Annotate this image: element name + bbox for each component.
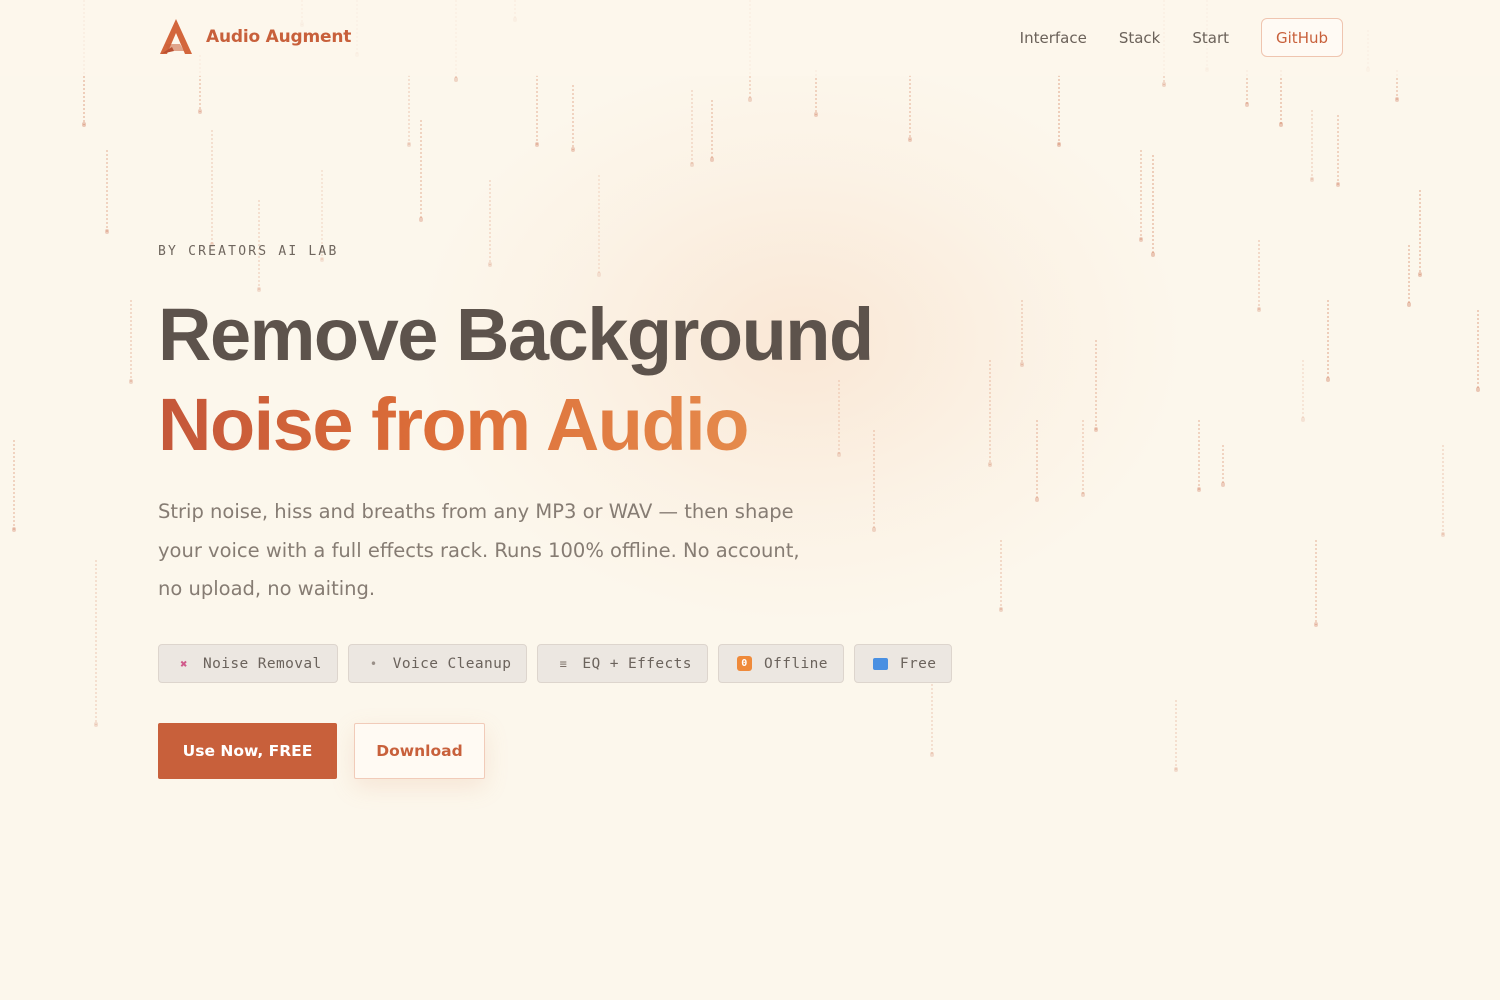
chip-label: Offline bbox=[763, 655, 828, 672]
chip-label: EQ + Effects bbox=[582, 655, 692, 672]
nav-link-stack[interactable]: Stack bbox=[1119, 29, 1161, 47]
chip-label: Noise Removal bbox=[203, 655, 322, 672]
rain-streak bbox=[407, 75, 411, 147]
rain-streak bbox=[1197, 420, 1201, 492]
chip-eq-effects[interactable]: ≡ EQ + Effects bbox=[537, 644, 708, 683]
rain-streak bbox=[129, 300, 133, 384]
equalizer-icon: ≡ bbox=[559, 656, 568, 671]
rain-streak bbox=[814, 70, 818, 117]
chip-label: Free bbox=[899, 655, 937, 672]
microphone-icon: • bbox=[369, 656, 378, 671]
hero-eyebrow: BY CREATORS AI LAB bbox=[158, 244, 339, 259]
audio-augment-logo-icon bbox=[160, 19, 192, 54]
rain-streak bbox=[1301, 360, 1305, 422]
rain-streak bbox=[1020, 300, 1024, 367]
cta-group: Use Now, FREE Download bbox=[158, 723, 485, 779]
rain-streak bbox=[690, 90, 694, 167]
download-button[interactable]: Download bbox=[354, 723, 485, 779]
rain-streak bbox=[1035, 420, 1039, 502]
rain-streak bbox=[908, 75, 912, 142]
rain-streak bbox=[1139, 150, 1143, 242]
rain-streak bbox=[988, 360, 992, 467]
rain-streak bbox=[999, 540, 1003, 612]
rain-streak bbox=[1221, 445, 1225, 487]
rain-streak bbox=[1418, 190, 1422, 277]
chip-noise-removal[interactable]: ✖ Noise Removal bbox=[158, 644, 338, 683]
chip-free[interactable]: Free bbox=[853, 644, 953, 683]
chip-offline[interactable]: 0 Offline bbox=[717, 644, 844, 683]
rain-streak bbox=[1314, 540, 1318, 627]
rain-streak bbox=[1441, 445, 1445, 537]
rain-streak bbox=[1310, 110, 1314, 182]
rain-streak bbox=[94, 560, 98, 727]
rain-streak bbox=[210, 130, 214, 247]
rain-streak bbox=[837, 380, 841, 457]
rain-streak bbox=[1081, 420, 1085, 497]
rain-streak bbox=[872, 430, 876, 532]
hero-title-line-1: Remove Background bbox=[158, 293, 874, 376]
nav-links: Interface Stack Start GitHub bbox=[1020, 18, 1343, 57]
rain-streak bbox=[1094, 340, 1098, 432]
rain-streak bbox=[419, 120, 423, 222]
rain-streak bbox=[488, 180, 492, 267]
rain-streak bbox=[1336, 115, 1340, 187]
nav-link-interface[interactable]: Interface bbox=[1020, 29, 1087, 47]
rain-streak bbox=[1151, 155, 1155, 257]
muted-speaker-icon: ✖ bbox=[180, 656, 188, 671]
use-now-free-button[interactable]: Use Now, FREE bbox=[158, 723, 337, 779]
rain-streak bbox=[1174, 700, 1178, 772]
chip-label: Voice Cleanup bbox=[392, 655, 512, 672]
rain-streak bbox=[105, 150, 109, 234]
feature-chips: ✖ Noise Removal • Voice Cleanup ≡ EQ + E… bbox=[158, 644, 962, 683]
brand[interactable]: Audio Augment bbox=[158, 18, 351, 56]
rain-streak bbox=[1476, 310, 1480, 392]
nav-link-start[interactable]: Start bbox=[1192, 29, 1229, 47]
top-navbar: Audio Augment Interface Stack Start GitH… bbox=[0, 0, 1500, 76]
chip-voice-cleanup[interactable]: • Voice Cleanup bbox=[347, 644, 528, 683]
rain-streak bbox=[535, 75, 539, 147]
free-badge-icon bbox=[872, 657, 888, 670]
rain-streak bbox=[1279, 70, 1283, 127]
rain-streak bbox=[1326, 300, 1330, 382]
rain-streak bbox=[1057, 75, 1061, 147]
rain-streak bbox=[1257, 240, 1261, 312]
rain-streak bbox=[710, 100, 714, 162]
github-button[interactable]: GitHub bbox=[1261, 18, 1343, 57]
brand-name: Audio Augment bbox=[206, 27, 352, 47]
rain-streak bbox=[571, 85, 575, 152]
rain-streak bbox=[1407, 245, 1411, 307]
rain-streak bbox=[597, 175, 601, 277]
hero-title-line-2: Noise from Audio bbox=[158, 383, 749, 466]
rain-streak bbox=[12, 440, 16, 532]
offline-icon: 0 bbox=[736, 656, 752, 671]
hero-description: Strip noise, hiss and breaths from any M… bbox=[158, 500, 800, 600]
